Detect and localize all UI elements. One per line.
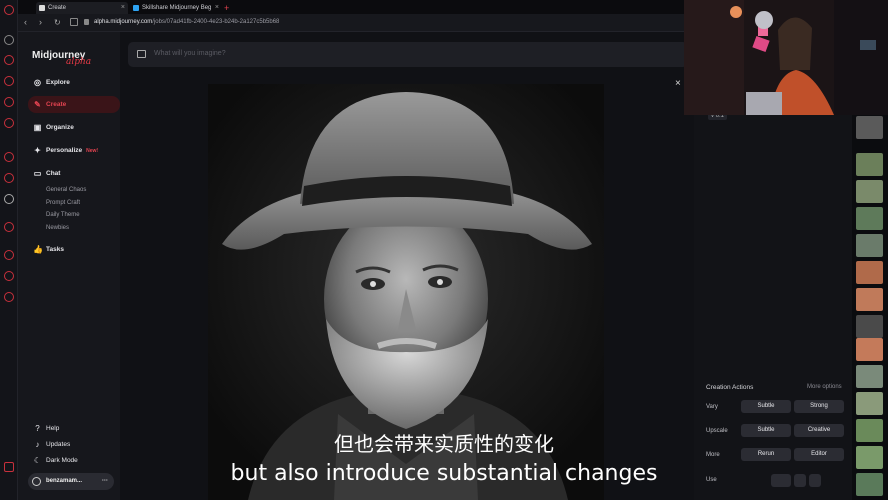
nav-label: Create: [46, 101, 67, 108]
nav-tasks[interactable]: 👍 Tasks: [28, 241, 120, 258]
close-icon[interactable]: ×: [215, 2, 219, 14]
folder-icon: ▣: [33, 123, 42, 132]
chat-room-prompt-craft[interactable]: Prompt Craft: [46, 200, 80, 206]
thumbnail[interactable]: [856, 315, 883, 338]
subtitle-english: but also introduce substantial changes: [230, 461, 658, 486]
url-field[interactable]: alpha.midjourney.com/jobs/07ad41fb-2400-…: [94, 19, 279, 25]
url-domain: alpha.midjourney.com: [94, 19, 153, 25]
vary-subtle-button[interactable]: Subtle: [741, 400, 791, 413]
nav-create[interactable]: ✎ Create: [28, 96, 120, 113]
tab-title: Create: [48, 5, 67, 11]
thumbs-up-icon: 👍: [33, 245, 43, 254]
thumbnail[interactable]: [856, 207, 883, 230]
midjourney-favicon-icon: [39, 5, 45, 11]
thumbnail[interactable]: [856, 180, 883, 203]
tab-create[interactable]: Create ×: [36, 2, 128, 14]
more-options-link[interactable]: More options: [807, 384, 842, 390]
thumbnail[interactable]: [856, 116, 883, 139]
nav-label: Personalize: [46, 147, 83, 154]
cube-icon[interactable]: [4, 271, 14, 281]
new-badge: New!: [86, 148, 99, 154]
nav-personalize[interactable]: ✦ Personalize New!: [28, 142, 120, 159]
wallet-icon[interactable]: [4, 118, 14, 128]
thumbnail[interactable]: [856, 261, 883, 284]
presenter-video: [684, 0, 888, 115]
vary-label: Vary: [706, 404, 718, 410]
x-icon[interactable]: [4, 194, 14, 204]
compass-icon: ◎: [34, 78, 41, 87]
logo-alpha: alpha: [66, 57, 92, 67]
prompt-input[interactable]: What will you imagine?: [154, 50, 226, 57]
chat-room-newbies[interactable]: Newbies: [46, 225, 69, 231]
nav-label: Tasks: [46, 246, 64, 253]
tab-skillshare[interactable]: Skillshare Midjourney Beg ×: [130, 2, 222, 14]
thumbnail[interactable]: [856, 365, 883, 388]
nav-label: Organize: [46, 124, 74, 131]
opera-sidebar: [0, 0, 18, 500]
thumbnail[interactable]: [856, 392, 883, 415]
speed-dial-icon[interactable]: [4, 35, 14, 45]
history-icon[interactable]: [4, 250, 14, 260]
tab-title: Skillshare Midjourney Beg: [142, 5, 212, 11]
thumbnail[interactable]: [856, 288, 883, 311]
settings-icon[interactable]: [4, 292, 14, 302]
new-tab-button[interactable]: +: [221, 2, 233, 14]
aria-icon[interactable]: [4, 55, 14, 65]
lock-icon: [84, 19, 89, 25]
twitch-icon[interactable]: [4, 76, 14, 86]
skillshare-favicon-icon: [133, 5, 139, 11]
thumbnail[interactable]: [856, 234, 883, 257]
creation-actions-title: Creation Actions: [706, 384, 754, 391]
nav-organize[interactable]: ▣ Organize: [28, 119, 120, 136]
instagram-icon[interactable]: [4, 173, 14, 183]
vary-strong-button[interactable]: Strong: [794, 400, 844, 413]
close-icon[interactable]: ×: [675, 78, 681, 89]
opera-logo-icon[interactable]: [4, 5, 14, 15]
image-upload-icon[interactable]: [137, 50, 146, 58]
nav-explore[interactable]: ◎ Explore: [28, 74, 120, 91]
webcam-overlay: [684, 0, 888, 115]
url-path: /jobs/07ad41fb-2400-4e23-b24b-2a127c5b5b…: [152, 19, 280, 25]
chat-icon: ▭: [33, 169, 42, 178]
nav-label: Chat: [46, 170, 61, 177]
nav-label: Explore: [46, 79, 70, 86]
sparkle-icon: ✦: [34, 146, 41, 155]
prompt-bar[interactable]: What will you imagine?: [128, 42, 688, 67]
chat-room-daily-theme[interactable]: Daily Theme: [46, 212, 80, 218]
thumbnail[interactable]: [856, 338, 883, 361]
home-icon[interactable]: [70, 18, 78, 26]
back-icon[interactable]: ‹: [24, 17, 27, 27]
brush-icon: ✎: [34, 100, 41, 109]
close-icon[interactable]: ×: [121, 2, 125, 14]
reload-icon[interactable]: ↻: [54, 18, 61, 27]
forward-icon[interactable]: ›: [39, 17, 42, 27]
chat-room-general-chaos[interactable]: General Chaos: [46, 187, 86, 193]
nav-chat[interactable]: ▭ Chat: [28, 165, 120, 182]
subtitle-chinese: 但也会带来实质性的变化: [334, 432, 554, 456]
thumbnail[interactable]: [856, 153, 883, 176]
bookmark-icon[interactable]: [4, 97, 14, 107]
messenger-icon[interactable]: [4, 152, 14, 162]
music-icon[interactable]: [4, 222, 14, 232]
